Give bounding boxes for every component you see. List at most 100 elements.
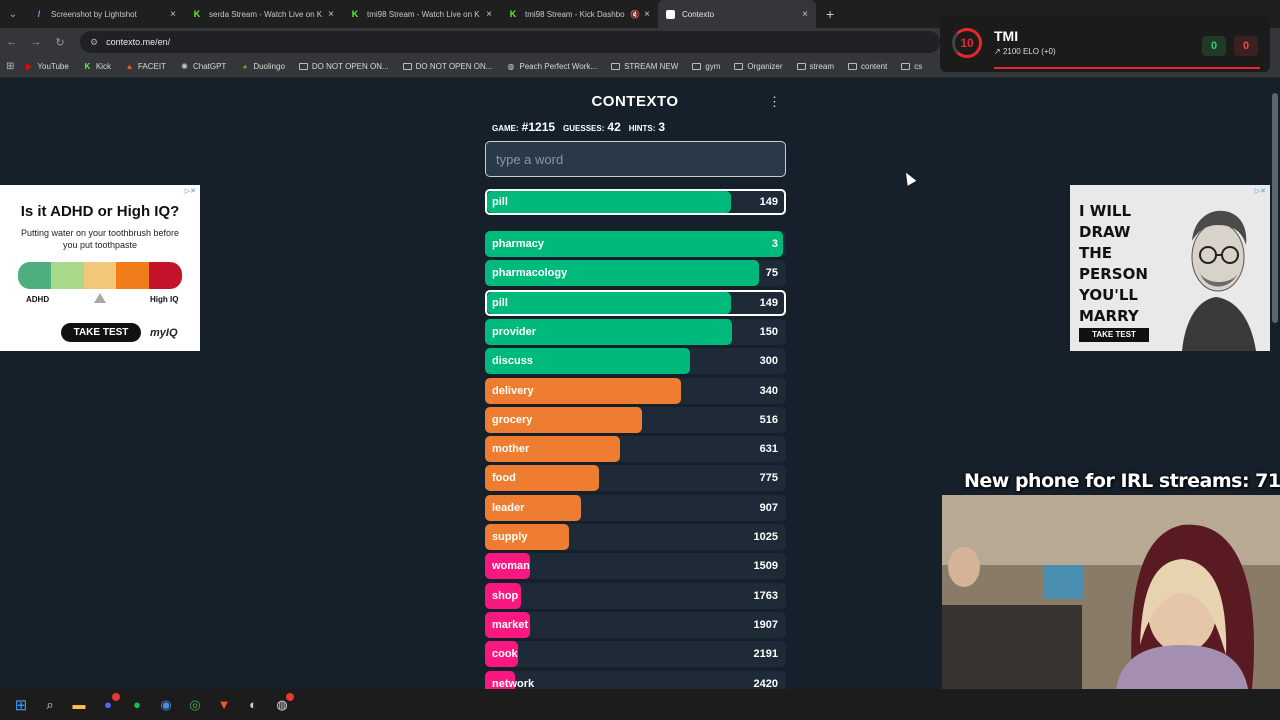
tab-title: Contexto xyxy=(682,9,715,19)
webcam-feed-image xyxy=(942,495,1280,689)
menu-dots-icon[interactable]: ⋮ xyxy=(768,94,781,110)
elo-text: 2100 ELO (+0) xyxy=(1002,47,1056,56)
guess-rank: 150 xyxy=(759,325,778,338)
bookmark-label: DO NOT OPEN ON... xyxy=(311,62,389,71)
chrome-icon[interactable]: ◎ xyxy=(186,696,204,714)
ad-headline: Is it ADHD or High IQ? xyxy=(20,203,180,220)
tab-search-chevron-icon[interactable]: ⌄ xyxy=(0,0,26,28)
bookmark-item[interactable]: DO NOT OPEN ON... xyxy=(298,62,389,71)
obs-icon[interactable]: ◍ xyxy=(273,692,294,714)
close-tab-icon[interactable]: × xyxy=(328,9,334,20)
ad-headline: I WILL DRAW THE PERSON YOU'LL MARRY xyxy=(1079,202,1148,325)
spotify-icon[interactable]: ● xyxy=(128,696,146,714)
bookmark-item[interactable]: ▶ YouTube xyxy=(24,62,69,71)
bookmark-item[interactable]: ◍ Peach Perfect Work... xyxy=(506,62,597,71)
discord-icon[interactable]: ● xyxy=(99,692,120,714)
apps-grid-icon[interactable]: ⊞ xyxy=(6,61,14,72)
close-tab-icon[interactable]: × xyxy=(802,9,808,20)
guesses-stat: GUESSES: 42 xyxy=(563,120,621,134)
duolingo-icon: ◕ xyxy=(242,62,248,71)
guess-rank: 907 xyxy=(759,501,778,514)
guess-rank: 75 xyxy=(765,267,778,280)
hints-label: HINTS: xyxy=(628,124,656,133)
browser-tab[interactable]: Kserda Stream - Watch Live on K × xyxy=(184,0,342,28)
browser-tab[interactable]: Contexto × xyxy=(658,0,816,28)
folder-icon xyxy=(848,62,857,71)
adchoices-icon[interactable]: ▷✕ xyxy=(1255,187,1266,195)
globe-icon: ◍ xyxy=(507,62,515,71)
forward-arrow-icon[interactable]: → xyxy=(24,36,48,48)
browser-tab[interactable]: Ktmi98 Stream - Kick Dashbo 🔇 × xyxy=(500,0,658,28)
guess-word: pharmacy xyxy=(492,238,544,250)
take-test-button[interactable]: TAKE TEST xyxy=(61,323,141,342)
browser-tab[interactable]: / Screenshot by Lightshot × xyxy=(26,0,184,28)
folder-icon xyxy=(402,62,412,71)
bookmark-item[interactable]: gym xyxy=(692,62,720,71)
bookmark-item[interactable]: K Kick xyxy=(83,62,111,71)
guess-input[interactable] xyxy=(485,141,786,177)
bookmark-label: cs xyxy=(914,62,923,71)
brave-icon[interactable]: ▼ xyxy=(215,696,233,714)
lightshot-icon: / xyxy=(37,9,41,19)
closeness-bar xyxy=(487,191,731,213)
closeness-bar xyxy=(487,291,731,314)
bookmark-label: ChatGPT xyxy=(192,62,227,71)
adchoices-icon[interactable]: ▷✕ xyxy=(185,187,196,195)
guess-row: pharmacy 3 xyxy=(485,231,786,257)
bookmark-item[interactable]: ▲ FACEIT xyxy=(125,62,165,71)
guess-word: provider xyxy=(492,325,537,338)
close-tab-icon[interactable]: × xyxy=(644,9,650,20)
windows-taskbar: ⊞ ⌕ ▬ ● ● ◉ ◎ ▼ ◐ ◍ xyxy=(0,689,1280,720)
tab-muted-icon[interactable]: 🔇 xyxy=(630,10,640,19)
adhd-iq-scale xyxy=(18,262,182,289)
guess-row: pill 149 xyxy=(485,289,786,316)
bookmark-item[interactable]: DO NOT OPEN ON... xyxy=(402,62,492,71)
guess-row: provider 150 xyxy=(485,318,786,345)
search-icon[interactable]: ⌕ xyxy=(41,696,59,714)
guess-word: mother xyxy=(492,443,530,456)
app-icon[interactable]: ◉ xyxy=(157,696,175,714)
bookmark-item[interactable]: stream xyxy=(796,62,834,71)
game-number: #1215 xyxy=(521,120,556,134)
scale-pointer-icon xyxy=(94,293,106,303)
new-tab-plus-icon[interactable]: + xyxy=(826,6,834,22)
browser-tab[interactable]: Ktmi98 Stream - Watch Live on K × xyxy=(342,0,500,28)
game-label: GAME: xyxy=(492,124,519,133)
tab-title: serda Stream - Watch Live on K xyxy=(209,9,323,19)
scrollbar-thumb[interactable] xyxy=(1272,93,1278,323)
tab-title: tmi98 Stream - Kick Dashbo xyxy=(525,9,625,19)
bookmark-item[interactable]: content xyxy=(848,62,887,71)
close-tab-icon[interactable]: × xyxy=(486,9,492,20)
bookmark-item[interactable]: ◕ Duolingo xyxy=(240,62,285,71)
take-test-button[interactable]: TAKE TEST xyxy=(1079,328,1149,342)
folder-icon xyxy=(298,62,308,71)
bookmark-label: Duolingo xyxy=(253,62,285,71)
scale-left-label: ADHD xyxy=(26,295,50,304)
player-name: TMI xyxy=(994,28,1019,44)
windows-start-icon[interactable]: ⊞ xyxy=(12,696,30,714)
back-arrow-icon[interactable]: ← xyxy=(0,36,24,48)
guess-row: discuss 300 xyxy=(485,348,786,375)
guess-rank: 149 xyxy=(759,196,778,208)
folder-icon xyxy=(611,62,621,71)
file-explorer-icon[interactable]: ▬ xyxy=(70,696,88,714)
bookmark-item[interactable]: ✺ ChatGPT xyxy=(180,62,226,71)
url-field[interactable]: ⚙ contexto.me/en/ xyxy=(80,31,940,53)
folder-icon xyxy=(734,62,744,71)
steam-icon[interactable]: ◐ xyxy=(244,696,262,714)
portrait-drawing-ad[interactable]: ▷✕ I WILL DRAW THE PERSON YOU'LL MARRY T… xyxy=(1070,185,1270,351)
site-info-icon[interactable]: ⚙ xyxy=(90,37,98,48)
bookmark-label: YouTube xyxy=(37,62,69,71)
guess-word: pharmacology xyxy=(492,267,568,280)
close-tab-icon[interactable]: × xyxy=(170,9,176,20)
guess-rank: 1907 xyxy=(753,618,778,631)
guess-word: pill xyxy=(492,296,508,309)
bookmark-label: Peach Perfect Work... xyxy=(519,62,598,71)
bookmark-item[interactable]: Organizer xyxy=(734,62,783,71)
faceit-level-badge: 10 xyxy=(952,28,982,58)
bookmark-item[interactable]: STREAM NEW xyxy=(611,62,678,71)
wins-count: 0 xyxy=(1202,36,1226,56)
bookmark-item[interactable]: cs xyxy=(901,62,922,71)
reload-icon[interactable]: ↻ xyxy=(48,36,72,49)
adhd-iq-ad[interactable]: ▷✕ Is it ADHD or High IQ? Putting water … xyxy=(0,185,200,351)
